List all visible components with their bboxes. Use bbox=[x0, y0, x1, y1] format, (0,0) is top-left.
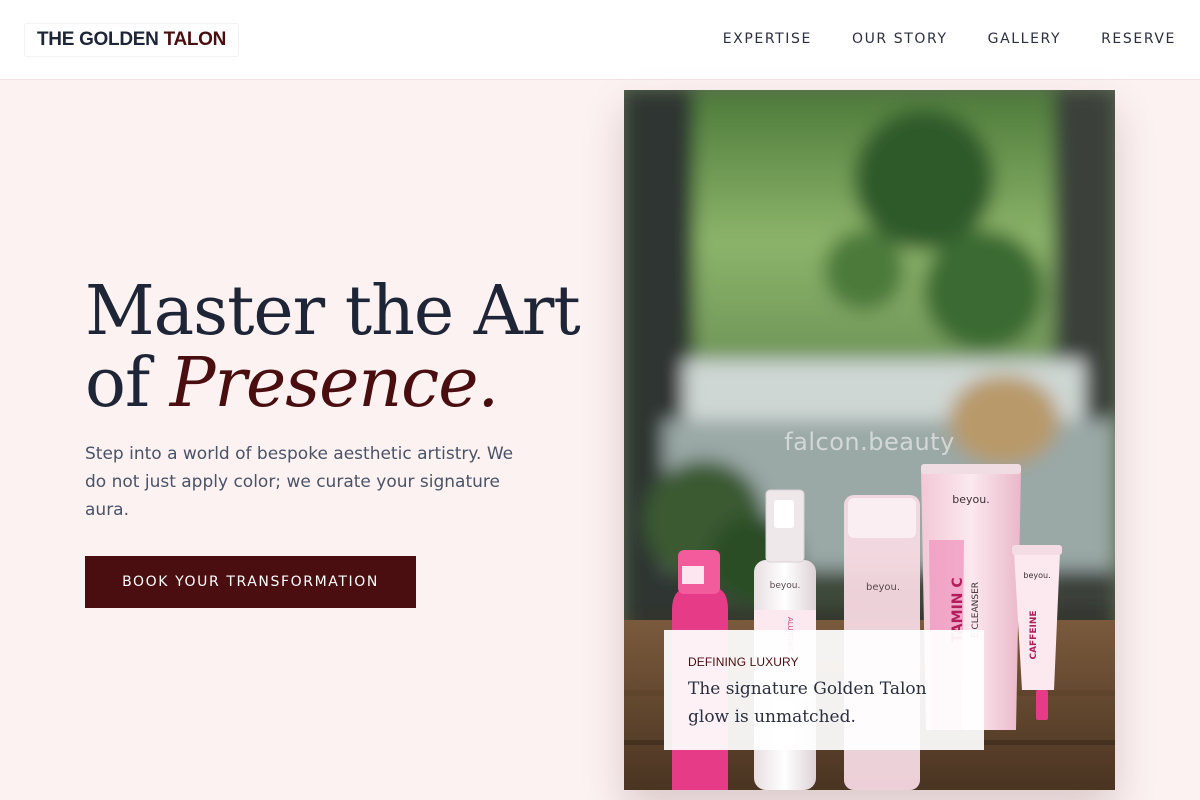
nav-link-expertise[interactable]: EXPERTISE bbox=[723, 31, 812, 47]
hero-subtitle: Step into a world of bespoke aesthetic a… bbox=[85, 444, 514, 520]
hero-title: Master the Art of Presence. bbox=[85, 276, 605, 420]
testimonial-kicker: DEFINING LUXURY bbox=[688, 655, 799, 669]
main-nav: EXPERTISE OUR STORY GALLERY RESERVE bbox=[723, 31, 1176, 47]
hero-title-prefix: of bbox=[85, 344, 170, 423]
eye-cream-brand: beyou. bbox=[1023, 571, 1050, 580]
testimonial-card: DEFINING LUXURY The signature Golden Tal… bbox=[664, 630, 984, 750]
brand-logo[interactable]: THE GOLDEN TALON bbox=[24, 22, 240, 57]
toner-bottle-brand: beyou. bbox=[866, 582, 900, 593]
brand-name-part1: THE GOLDEN bbox=[37, 28, 159, 50]
hero-title-emphasis: Presence. bbox=[169, 344, 499, 423]
hero-title-line1: Master the Art bbox=[85, 272, 581, 351]
pump-bottle-brand: beyou. bbox=[770, 581, 801, 591]
eye-cream-label: CAFFEINE bbox=[1029, 610, 1039, 659]
nav-link-reserve[interactable]: RESERVE bbox=[1101, 31, 1176, 47]
watermark-text: falcon.beauty bbox=[784, 428, 955, 456]
cleanser-tube-brand: beyou. bbox=[952, 493, 989, 506]
nav-link-gallery[interactable]: GALLERY bbox=[988, 31, 1061, 47]
nav-link-our-story[interactable]: OUR STORY bbox=[852, 31, 948, 47]
brand-name-part2: TALON bbox=[163, 28, 227, 50]
book-transformation-button[interactable]: BOOK YOUR TRANSFORMATION bbox=[85, 556, 416, 608]
testimonial-quote: The signature Golden Talon glow is unmat… bbox=[688, 679, 927, 727]
site-header: THE GOLDEN TALON EXPERTISE OUR STORY GAL… bbox=[0, 0, 1200, 80]
